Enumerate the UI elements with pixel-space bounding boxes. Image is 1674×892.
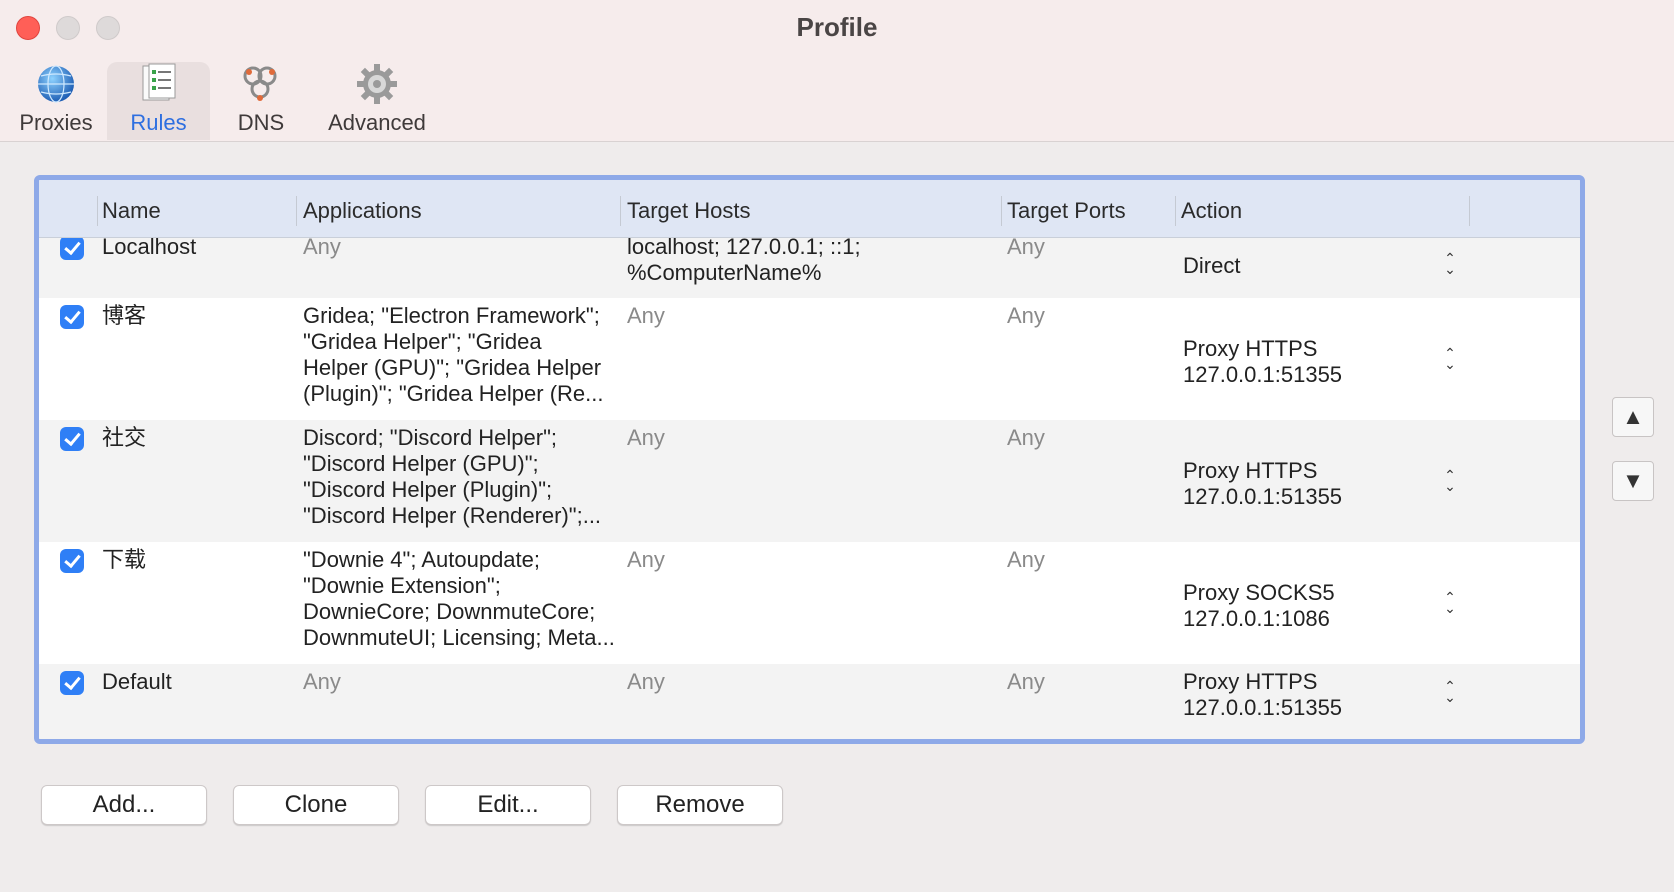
rule-action-select[interactable]: Proxy HTTPS [1183,335,1317,363]
rule-enabled-checkbox[interactable] [60,238,84,260]
rule-applications-line: Gridea; "Electron Framework"; [303,303,600,328]
rule-target-hosts: Any [627,669,665,694]
rule-target-ports: Any [1007,547,1045,572]
toolbar: Profile Proxies Rules DNS Advanced [0,0,1674,142]
column-header-action[interactable]: Action [1181,198,1242,224]
rule-applications-line: "Discord Helper (GPU)"; [303,451,539,476]
table-row[interactable]: Default Any Any Any Proxy HTTPS 127.0.0.… [39,664,1580,739]
clone-rule-button[interactable]: Clone [233,785,399,825]
triangle-up-icon: ▲ [1622,404,1644,429]
rule-target-hosts-line: %ComputerName% [627,260,822,285]
column-header-target-ports[interactable]: Target Ports [1007,198,1126,224]
popup-chevron-icon[interactable]: ⌃ ⌄ [1443,679,1457,704]
rule-name: Localhost [102,238,197,259]
move-up-button[interactable]: ▲ [1612,397,1654,437]
rule-target-hosts: Any [627,303,665,328]
rule-applications-line: DownieCore; DownmuteCore; [303,599,596,624]
tab-proxies[interactable]: Proxies [16,62,96,140]
rule-action-select[interactable]: Direct [1183,252,1240,280]
table-row[interactable]: 下载 "Downie 4"; Autoupdate; "Downie Exten… [39,542,1580,664]
table-body: Localhost Any localhost; 127.0.0.1; ::1;… [39,238,1580,739]
rule-target-hosts: Any [627,547,665,572]
move-down-button[interactable]: ▼ [1612,461,1654,501]
rule-applications-line: "Gridea Helper"; "Gridea [303,329,542,354]
column-header-target-hosts[interactable]: Target Hosts [627,198,751,224]
rule-action-endpoint: 127.0.0.1:51355 [1183,484,1343,509]
rule-enabled-checkbox[interactable] [60,549,84,573]
rule-action-endpoint: 127.0.0.1:51355 [1183,695,1343,720]
rule-name: 下载 [102,547,147,572]
rule-applications-line: "Discord Helper (Renderer)";... [303,503,602,528]
rule-target-hosts-line: localhost; 127.0.0.1; ::1; [627,238,861,259]
rule-enabled-checkbox[interactable] [60,305,84,329]
rule-action-select[interactable]: Proxy SOCKS5 [1183,579,1335,607]
rule-action-select[interactable]: Proxy HTTPS [1183,457,1317,485]
rules-list-icon [142,63,175,101]
tab-proxies-label: Proxies [19,110,93,135]
rule-target-ports: Any [1007,238,1045,259]
column-header-name[interactable]: Name [102,198,161,224]
table-row[interactable]: 博客 Gridea; "Electron Framework"; "Gridea… [39,298,1580,420]
dns-icon [243,66,277,101]
gear-icon [357,64,397,104]
tab-rules-label: Rules [130,110,187,135]
rule-action-endpoint: 127.0.0.1:51355 [1183,362,1343,387]
table-header: Name Applications Target Hosts Target Po… [39,180,1580,238]
popup-chevron-icon[interactable]: ⌃ ⌄ [1443,590,1457,615]
rules-table[interactable]: Name Applications Target Hosts Target Po… [34,175,1585,744]
tab-advanced-label: Advanced [328,110,426,135]
tab-advanced[interactable]: Advanced [326,62,428,140]
rule-name: 博客 [102,303,147,328]
tab-dns-label: DNS [237,110,285,135]
rule-applications-line: DownmuteUI; Licensing; Meta... [303,625,615,650]
edit-rule-button[interactable]: Edit... [425,785,591,825]
rule-applications: Any [303,669,341,694]
popup-chevron-icon[interactable]: ⌃ ⌄ [1443,468,1457,493]
globe-icon [38,65,74,103]
rule-applications-line: "Downie 4"; Autoupdate; [303,547,541,572]
rule-applications-line: Helper (GPU)"; "Gridea Helper [303,355,602,380]
rule-applications-line: Discord; "Discord Helper"; [303,425,558,450]
rule-action-select[interactable]: Proxy HTTPS [1183,668,1317,696]
column-header-applications[interactable]: Applications [303,198,422,224]
rule-enabled-checkbox[interactable] [60,671,84,695]
table-row[interactable]: Localhost Any localhost; 127.0.0.1; ::1;… [39,238,1580,298]
rule-applications-line: (Plugin)"; "Gridea Helper (Re... [303,381,604,406]
tab-dns[interactable]: DNS [228,62,294,140]
rule-target-ports: Any [1007,669,1045,694]
triangle-down-icon: ▼ [1622,468,1644,493]
profile-window: Profile Proxies Rules DNS Advanced Name … [0,0,1674,892]
window-title: Profile [796,12,878,42]
rule-applications-line: "Discord Helper (Plugin)"; [303,477,553,502]
rule-applications: Any [303,238,341,259]
rule-target-ports: Any [1007,425,1045,450]
rule-name: 社交 [102,425,147,450]
rule-enabled-checkbox[interactable] [60,427,84,451]
table-row[interactable]: 社交 Discord; "Discord Helper"; "Discord H… [39,420,1580,542]
rule-name: Default [102,669,172,694]
popup-chevron-icon[interactable]: ⌃ ⌄ [1443,251,1457,276]
remove-rule-button[interactable]: Remove [617,785,783,825]
tab-rules[interactable]: Rules [107,62,210,140]
rule-action-endpoint: 127.0.0.1:1086 [1183,606,1330,631]
rule-target-ports: Any [1007,303,1045,328]
rule-target-hosts: Any [627,425,665,450]
rule-applications-line: "Downie Extension"; [303,573,501,598]
add-rule-button[interactable]: Add... [41,785,207,825]
popup-chevron-icon[interactable]: ⌃ ⌄ [1443,346,1457,371]
